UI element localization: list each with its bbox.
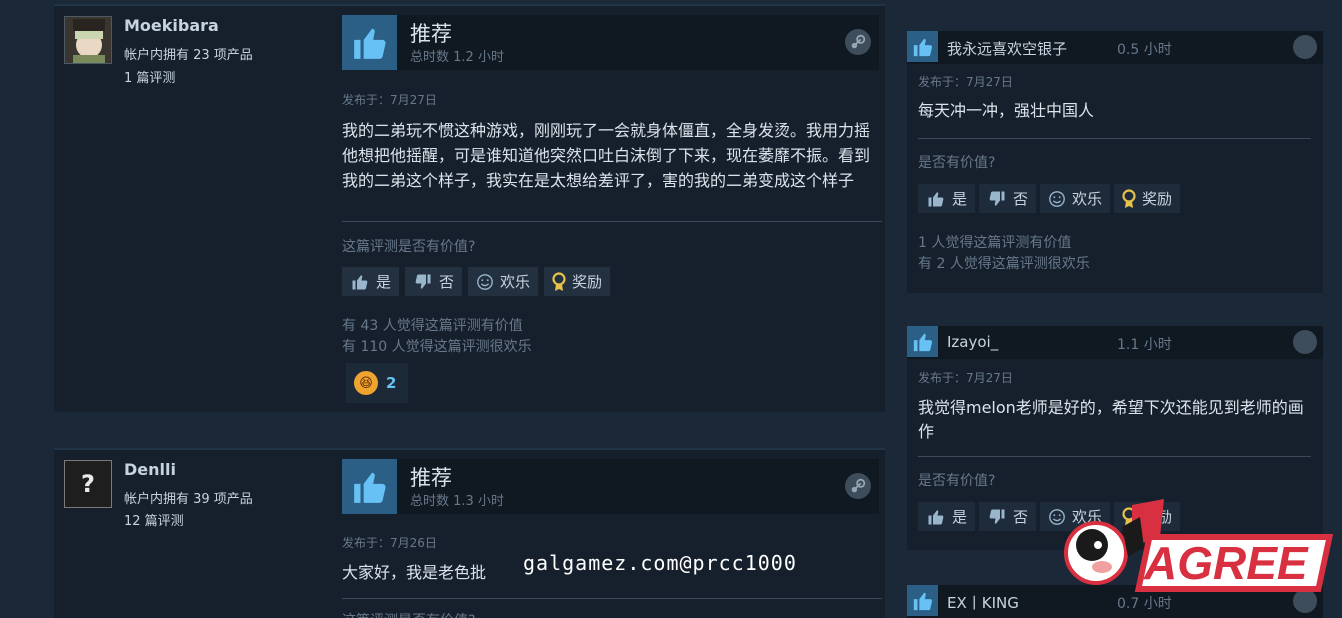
thumbs-up-icon [907,31,938,62]
divider [918,138,1311,139]
award-label: 奖励 [572,273,603,291]
award-button[interactable]: 奖励 [1114,184,1181,213]
steam-icon [845,29,871,55]
avatar[interactable] [64,16,112,64]
helpful-question: 是否有价值? [918,155,996,171]
review-stats: 1 人觉得这篇评测有价值 有 2 人觉得这篇评测很欢乐 [918,233,1090,275]
review-text: 我觉得melon老师是好的，希望下次还能见到老师的画作 [918,398,1304,441]
steam-icon [1293,330,1317,354]
smiley-icon [476,273,494,291]
vote-yes-label: 是 [952,190,968,208]
award-button[interactable]: 奖励 [544,267,611,296]
side-review-header[interactable]: Izayoi_ 1.1 小时 [907,326,1323,359]
post-date: 发布于：7月27日 [342,93,437,107]
vote-no-button[interactable]: 否 [979,184,1037,213]
logo-text: AGREE [1143,537,1309,589]
vote-yes-label: 是 [376,273,392,291]
thumbs-up-icon [926,190,946,208]
vote-no-label: 否 [439,273,455,291]
thumbs-down-icon [413,273,433,291]
helpful-count: 有 43 人觉得这篇评测有价值 [342,318,523,334]
vote-funny-label: 欢乐 [500,273,531,291]
vote-no-button[interactable]: 否 [979,502,1037,531]
reviewer-name[interactable]: Izayoi_ [947,333,998,351]
review-text: 每天冲一冲，强壮中国人 [918,101,1095,120]
divider [918,456,1311,457]
review-text: 我的二弟玩不惯这种游戏，刚刚玩了一会就身体僵直，全身发烫。我用力摇他想把他摇醒，… [342,121,871,190]
thumbs-up-icon [907,326,938,357]
watermark-text: galgamez.com@prcc1000 [523,551,797,575]
helpful-question: 这篇评测是否有价值? [342,239,476,255]
recommend-label: 推荐 [410,22,452,46]
reviewer-name[interactable]: 我永远喜欢空银子 [947,38,1067,59]
review-count[interactable]: 1 篇评测 [124,67,175,86]
vote-yes-label: 是 [952,508,968,526]
post-date: 发布于：7月27日 [918,75,1013,89]
playtime: 0.5 小时 [1117,42,1172,58]
award-count: 2 [386,374,397,392]
divider [342,221,882,222]
divider [342,598,882,599]
username[interactable]: Denlli [124,460,176,479]
vote-no-button[interactable]: 否 [405,267,463,296]
thumbs-down-icon [987,190,1007,208]
side-review-header[interactable]: 我永远喜欢空银子 0.5 小时 [907,31,1323,64]
thumbs-up-icon [342,15,397,70]
vote-buttons: 是 否 欢乐 奖励 [342,267,611,296]
avatar[interactable]: ? [64,460,112,508]
vote-funny-label: 欢乐 [1072,190,1103,208]
vote-no-label: 否 [1013,190,1029,208]
vote-yes-button[interactable]: 是 [918,184,976,213]
helpful-question: 这篇评测是否有价值? [342,610,475,618]
username[interactable]: Moekibara [124,16,219,35]
review-card: ? Denlli 帐户内拥有 39 项产品 12 篇评测 推荐 总时数 1.3 … [54,448,885,618]
funny-count: 有 110 人觉得这篇评测很欢乐 [342,339,532,355]
vote-no-label: 否 [1013,508,1029,526]
vote-funny-button[interactable]: 欢乐 [1040,184,1111,213]
reviewer-name[interactable]: EX丨KING [947,592,1019,613]
playtime: 总时数 1.3 小时 [410,494,504,509]
review-card: Moekibara 帐户内拥有 23 项产品 1 篇评测 推荐 总时数 1.2 … [54,4,885,412]
steam-icon [1293,35,1317,59]
thumbs-up-icon [926,508,946,526]
recommend-label: 推荐 [410,466,452,490]
thumbs-up-icon [342,459,397,514]
award-label: 奖励 [1142,190,1173,208]
steam-icon [845,473,871,499]
award-medal-icon [552,271,566,292]
review-header[interactable]: 推荐 总时数 1.3 小时 [342,459,879,514]
playtime: 1.1 小时 [1117,337,1172,353]
review-stats: 有 43 人觉得这篇评测有价值 有 110 人觉得这篇评测很欢乐 [342,316,532,358]
vote-yes-button[interactable]: 是 [918,502,976,531]
thumbs-down-icon [987,508,1007,526]
helpful-count: 1 人觉得这篇评测有价值 [918,235,1072,251]
review-count[interactable]: 12 篇评测 [124,510,184,529]
vote-buttons: 是 否 欢乐 奖励 [918,184,1181,213]
post-date: 发布于：7月26日 [342,536,437,550]
thumbs-up-icon [907,585,938,616]
thumbs-up-icon [350,273,370,291]
award-badge[interactable]: 😆 2 [346,363,408,403]
owned-products[interactable]: 帐户内拥有 39 项产品 [124,488,253,507]
agree-sticker-logo: AGREE [1062,497,1342,597]
funny-count: 有 2 人觉得这篇评测很欢乐 [918,256,1090,272]
vote-funny-button[interactable]: 欢乐 [468,267,539,296]
award-medal-icon [1122,188,1136,209]
vote-yes-button[interactable]: 是 [342,267,400,296]
post-date: 发布于：7月27日 [918,371,1013,385]
review-header[interactable]: 推荐 总时数 1.2 小时 [342,15,879,70]
smiley-icon [1048,190,1066,208]
side-review-card: 我永远喜欢空银子 0.5 小时 发布于：7月27日 每天冲一冲，强壮中国人 是否… [907,31,1323,293]
owned-products[interactable]: 帐户内拥有 23 项产品 [124,44,253,63]
helpful-question: 是否有价值? [918,473,996,489]
laughing-face-icon: 😆 [354,371,378,395]
playtime: 总时数 1.2 小时 [410,50,504,65]
